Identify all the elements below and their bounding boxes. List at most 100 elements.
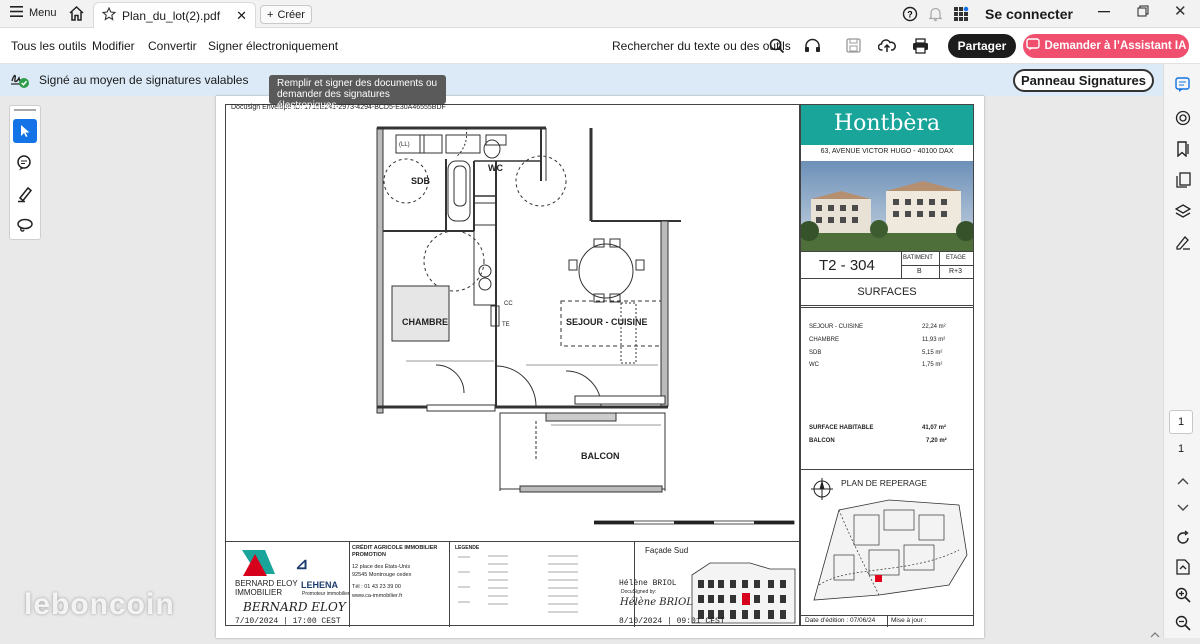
document-tab[interactable]: Plan_du_lot(2).pdf ✕ <box>93 2 256 28</box>
brand-header: Hontbèra <box>801 105 973 145</box>
rotate-icon[interactable] <box>1174 529 1192 547</box>
tab-bar: Menu Plan_du_lot(2).pdf ✕ + Créer ? Se c… <box>0 0 1200 28</box>
building-address: 63, AVENUE VICTOR HUGO - 40100 DAX <box>820 148 954 155</box>
tooltip: Remplir et signer des documents ou deman… <box>269 75 446 111</box>
info-panel: Hontbèra 63, AVENUE VICTOR HUGO - 40100 … <box>800 104 974 627</box>
legend-title: LEGENDE <box>455 545 480 551</box>
etage-value: R+3 <box>949 268 963 275</box>
surface-value: 1,75 m² <box>922 362 943 368</box>
search-icon[interactable] <box>769 38 785 59</box>
quick-tools-panel <box>9 105 41 240</box>
esign-menu[interactable]: Signer électroniquement <box>208 39 338 53</box>
watermark-logo: leboncoin <box>24 588 175 621</box>
signature-right: Hélène BRIOL <box>620 597 693 608</box>
logo-box: BERNARD ELOY IMMOBILIER ⊿ LEHENA Promote… <box>225 542 350 627</box>
room-label-balcon: BALCON <box>581 451 620 461</box>
promoter-addr2: 92545 Montrouge cedex <box>352 572 412 578</box>
brand-logo: Hontbèra <box>833 111 941 136</box>
building-photo <box>801 161 973 251</box>
convert-menu[interactable]: Convertir <box>148 39 197 53</box>
create-label: Créer <box>277 8 305 21</box>
ca-name: BERNARD ELOY <box>235 579 298 588</box>
surface-habitable-value: 41,07 m² <box>922 425 947 431</box>
zoom-out-icon[interactable] <box>1174 614 1192 632</box>
share-button[interactable]: Partager <box>948 34 1016 58</box>
signature-right-date: 8/10/2024 | 09:01 CEST <box>619 617 725 626</box>
restore-icon[interactable] <box>1137 4 1149 20</box>
page-fit-icon[interactable] <box>1174 558 1192 576</box>
tab-title: Plan_du_lot(2).pdf <box>122 8 221 23</box>
apps-grid-icon[interactable] <box>953 6 969 27</box>
legend-box: LEGENDE <box>450 542 635 627</box>
lehena-sub: Promoteur immobilier <box>302 591 350 597</box>
hamburger-icon <box>10 6 23 20</box>
ca-logo <box>242 550 275 576</box>
all-tools-menu[interactable]: Tous les outils <box>11 39 86 53</box>
room-label-sdb: SDB <box>411 176 431 186</box>
comment-panel-icon[interactable] <box>1174 76 1192 94</box>
signature-left-date: 7/10/2024 | 17:00 CEST <box>235 617 341 626</box>
help-icon[interactable]: ? <box>902 6 918 27</box>
signer-right-name: Hélène BRIOL <box>619 579 677 588</box>
room-label-te: TE <box>502 322 510 328</box>
promoter-tel: Tél : 01 43 23 39 00 <box>352 584 401 590</box>
scroll-arrow-icon[interactable] <box>1150 626 1160 644</box>
promoter-web: www.ca-immobilier.fr <box>352 593 403 599</box>
cloud-upload-icon[interactable] <box>877 37 896 58</box>
zoom-in-icon[interactable] <box>1174 586 1192 604</box>
page-number-input[interactable]: 1 <box>1169 410 1193 434</box>
surface-name: SEJOUR - CUISINE <box>809 324 864 330</box>
edition-date: Date d'édition : 07/06/24 <box>805 617 876 624</box>
scale-bar <box>594 520 795 525</box>
bell-icon[interactable] <box>928 6 943 27</box>
lehena-logo: LEHENA <box>301 580 339 590</box>
create-button[interactable]: + Créer <box>260 5 312 24</box>
fill-sign-icon[interactable] <box>1174 233 1192 251</box>
plan-reperage-title: PLAN DE REPERAGE <box>841 478 927 488</box>
read-aloud-icon[interactable] <box>804 38 821 59</box>
layers-icon[interactable] <box>1174 202 1192 220</box>
room-label-chambre: CHAMBRE <box>402 317 448 327</box>
lehena-mark-icon: ⊿ <box>295 556 309 573</box>
sign-in-link[interactable]: Se connecter <box>985 6 1073 22</box>
batiment-label: BATIMENT <box>903 255 933 261</box>
update-date: Mise à jour : <box>891 617 927 624</box>
surface-name: SDB <box>809 350 822 356</box>
signature-status-bar: Signé au moyen de signatures valables <box>0 64 1163 96</box>
minimize-icon[interactable] <box>1098 4 1110 20</box>
balcon-value: 7,20 m² <box>926 438 947 444</box>
search-tools-label[interactable]: Rechercher du texte ou des outils <box>612 39 791 53</box>
menu-button[interactable]: Menu <box>10 6 57 20</box>
pages-icon[interactable] <box>1174 171 1192 189</box>
close-tab-icon[interactable]: ✕ <box>236 8 247 24</box>
pdf-page: Docusign Envelope ID: 1715E241-2973-4294… <box>216 96 984 638</box>
highlight-pen-icon[interactable] <box>13 182 37 206</box>
scroll-down-icon[interactable] <box>1174 499 1192 517</box>
draw-lasso-icon[interactable] <box>13 213 37 237</box>
ai-overview-icon[interactable] <box>1174 109 1192 127</box>
etage-label: ETAGE <box>946 255 966 261</box>
home-icon[interactable] <box>68 5 85 27</box>
surface-name: CHAMBRE <box>809 337 840 343</box>
scroll-up-icon[interactable] <box>1174 472 1192 490</box>
facade-drawing <box>691 562 796 624</box>
surface-habitable-label: SURFACE HABITABLE <box>809 425 874 431</box>
ca-sub: IMMOBILIER <box>235 588 283 597</box>
edit-menu[interactable]: Modifier <box>92 39 135 53</box>
close-window-icon[interactable]: ✕ <box>1174 2 1187 20</box>
star-icon[interactable] <box>101 6 117 24</box>
add-comment-icon[interactable] <box>13 151 37 175</box>
print-icon[interactable] <box>912 38 929 59</box>
surface-value: 22,24 m² <box>922 324 946 330</box>
facade-title: Façade Sud <box>645 546 689 555</box>
drag-handle[interactable] <box>14 109 36 111</box>
select-cursor-icon[interactable] <box>13 119 37 143</box>
ai-assistant-label: Demander à l’Assistant IA <box>1044 40 1187 52</box>
signature-panel-button[interactable]: Panneau Signatures <box>1013 69 1154 92</box>
ai-assistant-button[interactable]: Demander à l’Assistant IA <box>1023 34 1189 58</box>
promoter-title: CRÉDIT AGRICOLE IMMOBILIER PROMOTION <box>352 545 438 558</box>
main-toolbar: Tous les outils Modifier Convertir Signe… <box>0 28 1200 64</box>
room-label-sejour: SEJOUR - CUISINE <box>566 317 648 327</box>
save-icon[interactable] <box>846 38 861 58</box>
bookmark-icon[interactable] <box>1174 140 1192 158</box>
